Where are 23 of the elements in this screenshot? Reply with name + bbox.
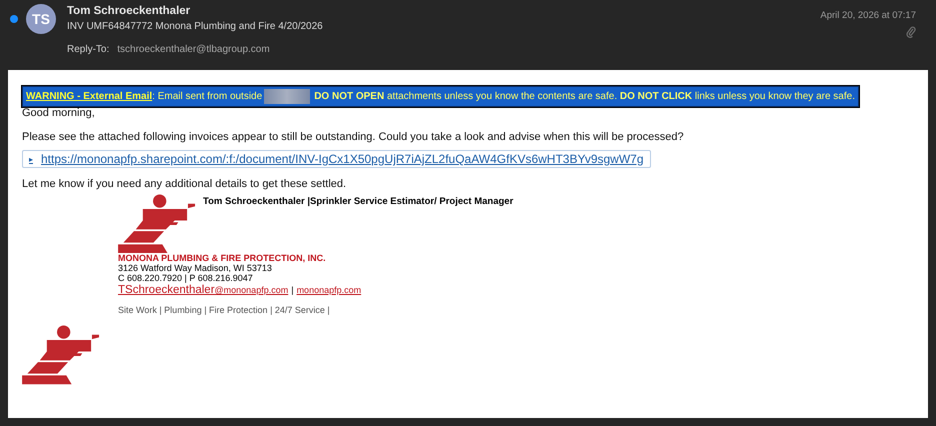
avatar: TS — [26, 4, 56, 34]
sharepoint-link[interactable]: ▸ https://mononapfp.sharepoint.com/:f:/document/INV-IgCx1X50pgUjR7iAjZL2fuQaAW4GfKVs6wHT3BYv9sgwW7g — [22, 150, 651, 168]
warning-link[interactable]: WARNING - External Email — [26, 91, 152, 102]
company-address: 3126 Watford Way Madison, WI 53713 — [118, 263, 273, 274]
warning-text: : Email sent from outside — [152, 91, 262, 102]
closing-line: Let me know if you need any additional details to get these settled. — [22, 178, 348, 190]
sender-name: Tom Schroeckenthaler — [67, 5, 192, 17]
paperclip-icon[interactable] — [906, 26, 916, 38]
email-link[interactable]: TSchroeckenthaler@mononapfp.com — [118, 285, 288, 296]
warning-instructions: DO NOT OPEN attachments unless you know the contents are safe. DO NOT CLICK links unless you know they are safe. — [314, 91, 855, 102]
services-list: Site Work | Plumbing | Fire Protection | 24/7 Service | — [118, 305, 914, 316]
subject-line: INV UMF64847772 Monona Plumbing and Fire 4/20/2026 — [67, 21, 324, 32]
separator: | — [291, 285, 294, 296]
phone-numbers: C 608.220.7920 | P 608.216.9047 — [118, 273, 254, 284]
received-date: April 20, 2026 at 07:17 — [820, 10, 916, 21]
reply-to-label: Reply-To: — [67, 44, 110, 55]
greeting: Good morning, — [22, 107, 96, 119]
message-paragraph: Please see the attached following invoices appear to still be outstanding. Could you take a look and advise when this will be processed? — [22, 131, 685, 143]
reply-to-address: tschroeckenthaler@tlbagroup.com — [117, 44, 270, 55]
website-link[interactable]: mononapfp.com — [296, 285, 362, 296]
company-name: MONONA PLUMBING & FIRE PROTECTION, INC. — [118, 253, 327, 264]
signature-name-title: Tom Schroeckenthaler |Sprinkler Service Estimator/ Project Manager — [203, 195, 514, 209]
redaction-block — [264, 89, 310, 104]
